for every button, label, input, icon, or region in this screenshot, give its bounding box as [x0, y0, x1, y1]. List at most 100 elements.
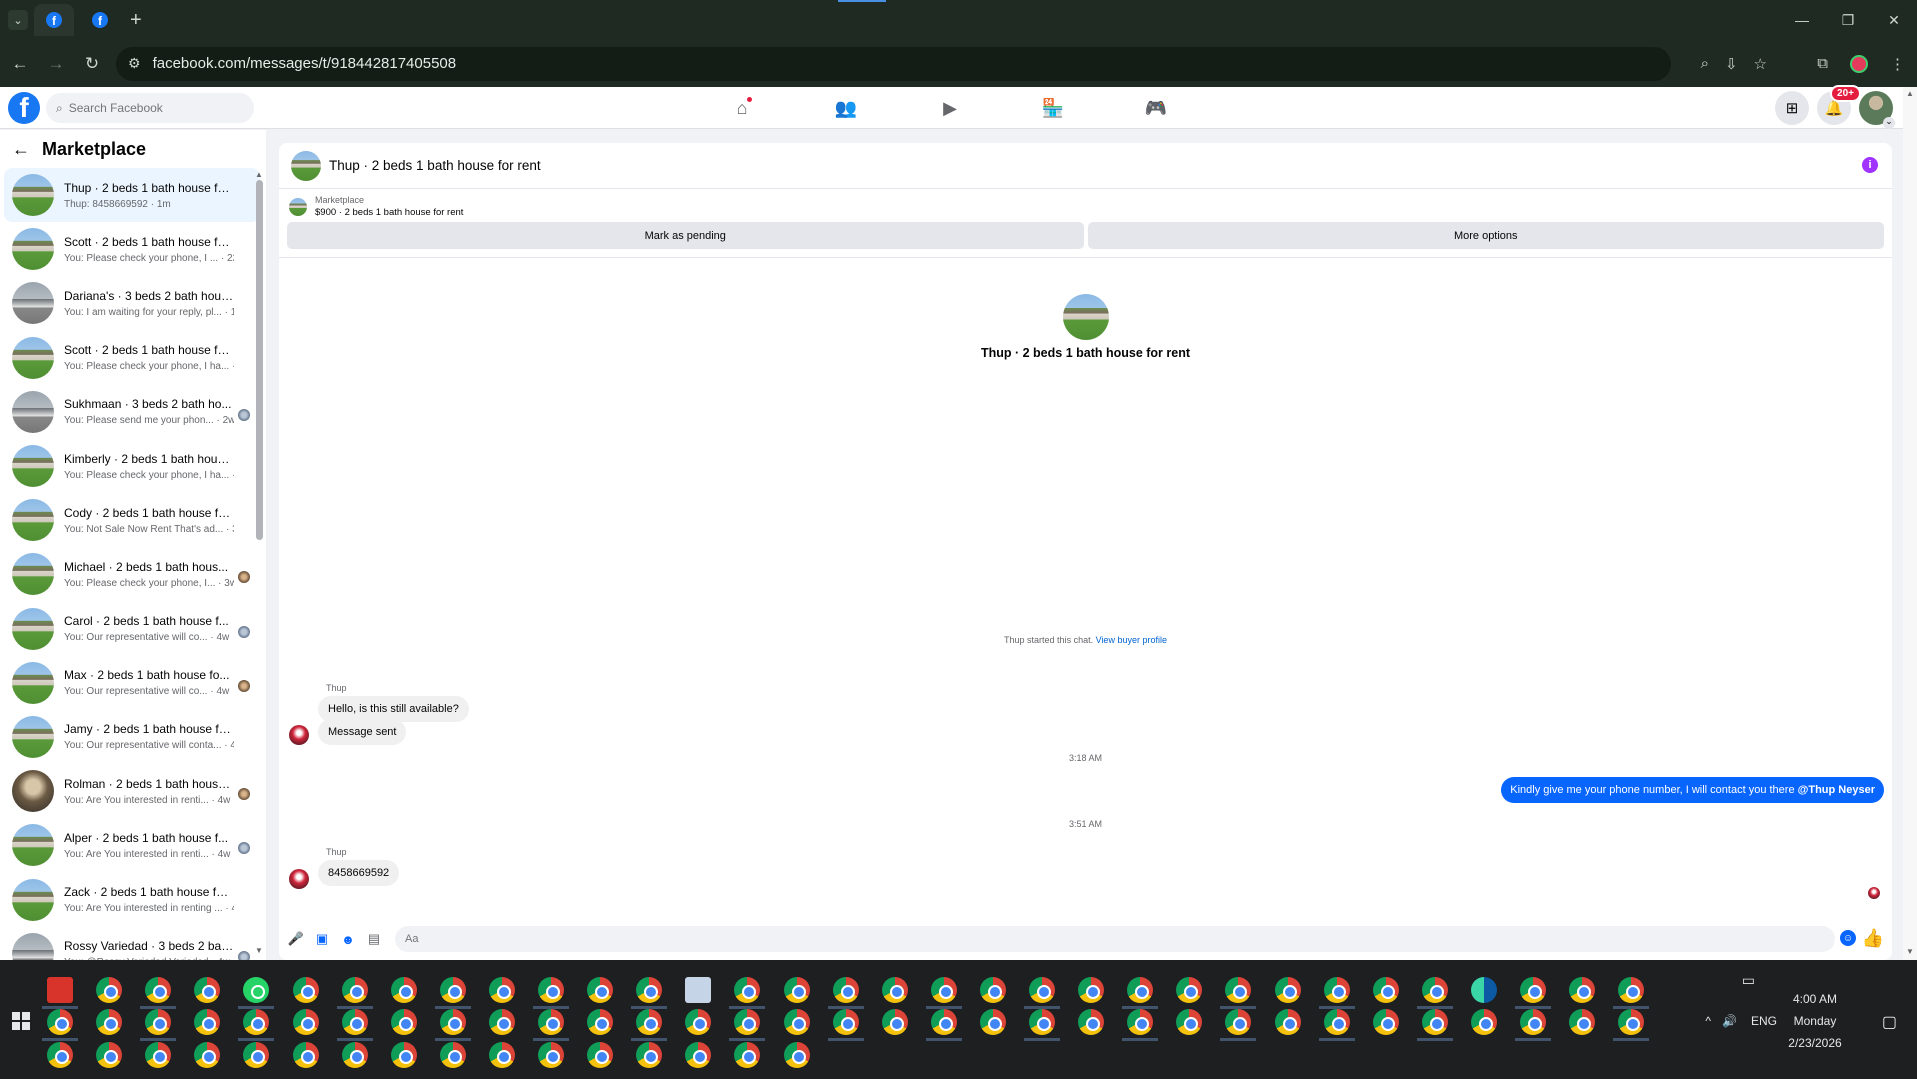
- chrome-window-icon[interactable]: [1323, 977, 1350, 1003]
- chrome-window-icon[interactable]: [96, 1042, 123, 1068]
- back-arrow-icon[interactable]: ←: [12, 139, 30, 160]
- chrome-window-icon[interactable]: [636, 1042, 663, 1068]
- chrome-window-icon[interactable]: [292, 1009, 319, 1035]
- chrome-window-icon[interactable]: [194, 1042, 221, 1068]
- whatsapp-icon[interactable]: [243, 977, 270, 1003]
- chrome-window-icon[interactable]: [194, 977, 221, 1003]
- chrome-window-icon[interactable]: [341, 1009, 368, 1035]
- facebook-logo-icon[interactable]: f: [8, 92, 40, 124]
- gif-icon[interactable]: ▤: [365, 930, 383, 948]
- new-tab-button[interactable]: +: [130, 9, 142, 32]
- scroll-up-icon[interactable]: ▲: [1906, 89, 1914, 98]
- browser-menu-icon[interactable]: ⋮: [1890, 55, 1905, 73]
- emoji-icon[interactable]: ☺: [1840, 930, 1856, 946]
- clock-day[interactable]: Monday: [1775, 1014, 1855, 1028]
- conversation-item[interactable]: Scott · 2 beds 1 bath house for r... You:…: [4, 331, 260, 385]
- friends-nav-icon[interactable]: 👥: [826, 87, 866, 129]
- chrome-window-icon[interactable]: [1127, 1009, 1154, 1035]
- chrome-window-icon[interactable]: [1372, 977, 1399, 1003]
- desktop-monitor-icon[interactable]: ▭: [1742, 972, 1755, 989]
- chrome-window-icon[interactable]: [96, 1009, 123, 1035]
- chrome-window-icon[interactable]: [292, 977, 319, 1003]
- search-input[interactable]: [68, 101, 229, 115]
- chrome-window-icon[interactable]: [1225, 1009, 1252, 1035]
- chrome-window-icon[interactable]: [832, 977, 859, 1003]
- conversation-item[interactable]: Kimberly · 2 beds 1 bath house ... You: P…: [4, 439, 260, 493]
- restore-icon[interactable]: ❐: [1825, 0, 1871, 40]
- tab-facebook-active[interactable]: f: [34, 4, 74, 36]
- chrome-window-icon[interactable]: [1421, 1009, 1448, 1035]
- chrome-window-icon[interactable]: [734, 1009, 761, 1035]
- chrome-window-icon[interactable]: [1569, 1009, 1596, 1035]
- chrome-window-icon[interactable]: [930, 977, 957, 1003]
- chrome-window-icon[interactable]: [1225, 977, 1252, 1003]
- menu-grid-icon[interactable]: ⊞: [1775, 91, 1809, 125]
- chrome-window-icon[interactable]: [587, 1042, 614, 1068]
- chrome-window-icon[interactable]: [734, 977, 761, 1003]
- chrome-window-icon[interactable]: [145, 1042, 172, 1068]
- chrome-window-icon[interactable]: [1421, 977, 1448, 1003]
- conversation-item[interactable]: Cody · 2 beds 1 bath house for r... You: …: [4, 493, 260, 547]
- incoming-message[interactable]: Message sent: [318, 719, 407, 745]
- chrome-window-icon[interactable]: [1520, 1009, 1546, 1035]
- chrome-window-icon[interactable]: [390, 1009, 417, 1035]
- chrome-window-icon[interactable]: [538, 1042, 564, 1068]
- chrome-window-icon[interactable]: [243, 1009, 270, 1035]
- chrome-window-icon[interactable]: [1372, 1009, 1399, 1035]
- minimize-icon[interactable]: —: [1779, 0, 1825, 40]
- chrome-window-icon[interactable]: [194, 1009, 221, 1035]
- conversation-item[interactable]: Max · 2 beds 1 bath house fo... You: Our …: [4, 656, 260, 710]
- account-avatar[interactable]: [1859, 91, 1895, 129]
- conversation-item[interactable]: Alper · 2 beds 1 bath house f... You: Are…: [4, 818, 260, 872]
- browser-profile-icon[interactable]: [1850, 54, 1868, 73]
- chrome-window-icon[interactable]: [1618, 1009, 1645, 1035]
- chrome-window-icon[interactable]: [832, 1009, 859, 1035]
- chrome-window-icon[interactable]: [734, 1042, 761, 1068]
- edge-browser-icon[interactable]: [1470, 977, 1497, 1003]
- tab-facebook[interactable]: f: [80, 4, 120, 36]
- conversation-item[interactable]: Thup · 2 beds 1 bath house for r... Thup:…: [4, 168, 260, 223]
- conversation-item[interactable]: Rossy Variedad · 3 beds 2 bat...You: @Ro…: [4, 927, 260, 960]
- chrome-window-icon[interactable]: [439, 977, 466, 1003]
- sender-avatar[interactable]: [289, 869, 309, 889]
- chrome-window-icon[interactable]: [636, 977, 663, 1003]
- sticker-icon[interactable]: ☻: [339, 930, 357, 948]
- chrome-window-icon[interactable]: [390, 1042, 417, 1068]
- chrome-window-icon[interactable]: [341, 1042, 368, 1068]
- chrome-window-icon[interactable]: [979, 977, 1006, 1003]
- conversation-item[interactable]: Rolman · 2 beds 1 bath house... You: Are …: [4, 764, 260, 818]
- conversation-item[interactable]: Jamy · 2 beds 1 bath house for r... You: …: [4, 710, 260, 764]
- view-buyer-profile-link[interactable]: View buyer profile: [1096, 635, 1167, 645]
- chrome-window-icon[interactable]: [488, 977, 515, 1003]
- conversation-item[interactable]: Dariana's · 3 beds 2 bath house ... You: …: [4, 276, 260, 330]
- conversation-item[interactable]: Carol · 2 beds 1 bath house f... You: Our…: [4, 602, 260, 656]
- chrome-window-icon[interactable]: [685, 1009, 712, 1035]
- input-language[interactable]: ENG: [1751, 1014, 1777, 1028]
- sidebar-scrollbar[interactable]: ▲ ▼: [252, 130, 266, 960]
- chrome-window-icon[interactable]: [1029, 977, 1055, 1003]
- page-scrollbar[interactable]: ▲ ▼: [1903, 87, 1917, 960]
- chrome-window-icon[interactable]: [439, 1009, 466, 1035]
- bookmark-star-icon[interactable]: ☆: [1754, 55, 1767, 73]
- chrome-window-icon[interactable]: [685, 1042, 712, 1068]
- sender-avatar[interactable]: [289, 725, 309, 745]
- scroll-down-icon[interactable]: ▼: [255, 946, 263, 955]
- chrome-window-icon[interactable]: [47, 1042, 73, 1068]
- chrome-window-icon[interactable]: [979, 1009, 1006, 1035]
- facebook-search[interactable]: ⌕: [46, 93, 254, 123]
- conversation-item[interactable]: Scott · 2 beds 1 bath house for r... You:…: [4, 222, 260, 276]
- voice-clip-icon[interactable]: 🎤: [287, 930, 305, 948]
- chrome-window-icon[interactable]: [538, 977, 564, 1003]
- chrome-window-icon[interactable]: [488, 1042, 515, 1068]
- chrome-window-icon[interactable]: [488, 1009, 515, 1035]
- message-input-box[interactable]: [395, 926, 1835, 952]
- chrome-window-icon[interactable]: [1520, 977, 1546, 1003]
- chrome-window-icon[interactable]: [1078, 1009, 1105, 1035]
- site-info-icon[interactable]: ⚙: [128, 55, 141, 72]
- chrome-window-icon[interactable]: [538, 1009, 564, 1035]
- chat-title[interactable]: Thup · 2 beds 1 bath house for rent: [329, 158, 541, 173]
- app-icon[interactable]: [685, 977, 712, 1003]
- address-bar[interactable]: ⚙ facebook.com/messages/t/91844281740550…: [116, 46, 1671, 81]
- chrome-window-icon[interactable]: [145, 1009, 172, 1035]
- conversation-item[interactable]: Zack · 2 beds 1 bath house for r... You: …: [4, 872, 260, 926]
